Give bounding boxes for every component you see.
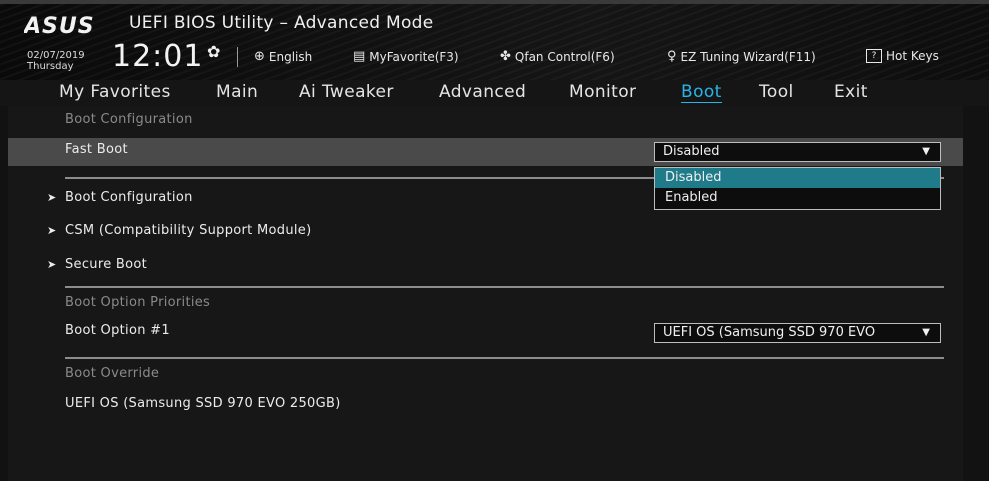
fast-boot-select[interactable]: Disabled ▼ xyxy=(654,142,941,162)
submenu-csm[interactable]: ➤ CSM (Compatibility Support Module) xyxy=(47,223,311,238)
section-header-boot-configuration: Boot Configuration xyxy=(65,112,193,127)
fast-boot-value: Disabled xyxy=(663,144,720,159)
lightbulb-icon: ♀ xyxy=(667,49,677,64)
ez-tuning-label: EZ Tuning Wizard(F11) xyxy=(680,49,816,64)
tab-monitor[interactable]: Monitor xyxy=(569,82,636,102)
fast-boot-label: Fast Boot xyxy=(65,142,128,157)
tab-ai-tweaker[interactable]: Ai Tweaker xyxy=(299,82,394,102)
question-box-icon: ? xyxy=(866,49,882,63)
tab-boot[interactable]: Boot xyxy=(681,82,722,103)
section-header-boot-override: Boot Override xyxy=(65,366,160,381)
date-text: 02/07/2019 xyxy=(27,50,85,61)
tab-tool[interactable]: Tool xyxy=(759,82,794,102)
hot-keys-label: Hot Keys xyxy=(886,49,939,63)
app-title: UEFI BIOS Utility – Advanced Mode xyxy=(129,13,434,33)
divider xyxy=(65,357,944,359)
caret-down-icon: ▼ xyxy=(922,146,930,157)
boot-override-item[interactable]: UEFI OS (Samsung SSD 970 EVO 250GB) xyxy=(65,396,341,411)
tab-advanced[interactable]: Advanced xyxy=(439,82,526,102)
submenu-label: CSM (Compatibility Support Module) xyxy=(65,223,312,238)
header-divider xyxy=(237,47,238,67)
qfan-control-button[interactable]: ✤ Qfan Control(F6) xyxy=(500,49,615,64)
boot-option-1-select[interactable]: UEFI OS (Samsung SSD 970 EVO ▼ xyxy=(654,323,941,343)
caret-down-icon: ▼ xyxy=(922,327,930,338)
dropdown-option-disabled[interactable]: Disabled xyxy=(655,168,940,188)
language-label: English xyxy=(268,49,313,64)
tab-main[interactable]: Main xyxy=(216,82,258,102)
tab-my-favorites[interactable]: My Favorites xyxy=(59,82,171,102)
clock-time: 12:01 xyxy=(112,39,204,74)
triangle-right-icon: ➤ xyxy=(47,224,57,237)
section-header-boot-option-priorities: Boot Option Priorities xyxy=(65,295,211,310)
myfavorite-button[interactable]: ▤ MyFavorite(F3) xyxy=(353,49,459,64)
svg-text:ASUS: ASUS xyxy=(24,14,95,37)
ez-tuning-wizard-button[interactable]: ♀ EZ Tuning Wizard(F11) xyxy=(667,49,816,64)
triangle-right-icon: ➤ xyxy=(47,258,57,271)
divider xyxy=(65,286,944,288)
submenu-label: Secure Boot xyxy=(65,257,148,272)
date-display: 02/07/2019 Thursday xyxy=(27,50,85,72)
asus-logo: ASUS xyxy=(22,13,110,41)
keyboard-icon: ▤ xyxy=(353,49,366,64)
fast-boot-dropdown: Disabled Enabled xyxy=(654,167,941,210)
boot-option-1-label: Boot Option #1 xyxy=(65,323,170,338)
dropdown-option-enabled[interactable]: Enabled xyxy=(655,188,940,208)
qfan-label: Qfan Control(F6) xyxy=(514,49,615,64)
tab-exit[interactable]: Exit xyxy=(834,82,868,102)
gear-icon[interactable]: ✿ xyxy=(207,42,220,61)
language-button[interactable]: ⊕ English xyxy=(254,49,312,64)
asus-logo-icon: ASUS xyxy=(22,14,95,39)
submenu-secure-boot[interactable]: ➤ Secure Boot xyxy=(47,257,147,272)
fan-icon: ✤ xyxy=(500,49,511,64)
triangle-right-icon: ➤ xyxy=(47,191,57,204)
day-text: Thursday xyxy=(27,61,74,72)
hot-keys-button[interactable]: ? Hot Keys xyxy=(866,49,939,63)
submenu-boot-configuration[interactable]: ➤ Boot Configuration xyxy=(47,190,193,205)
globe-icon: ⊕ xyxy=(254,49,265,64)
boot-option-1-value: UEFI OS (Samsung SSD 970 EVO xyxy=(663,325,876,340)
submenu-label: Boot Configuration xyxy=(65,190,193,205)
myfavorite-label: MyFavorite(F3) xyxy=(369,49,459,64)
